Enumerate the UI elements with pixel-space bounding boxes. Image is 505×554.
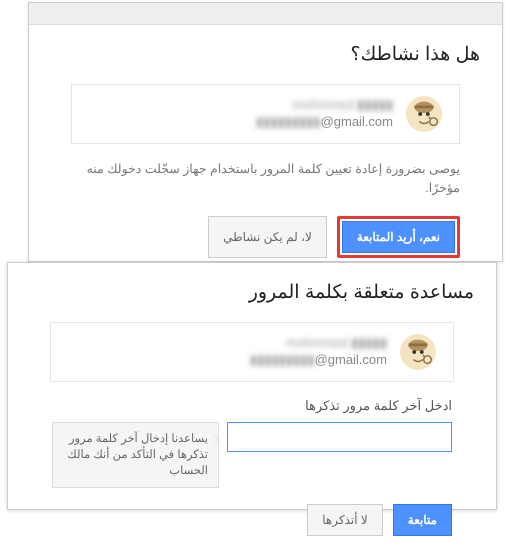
panel2-title: مساعدة متعلقة بكلمة المرور	[30, 281, 474, 304]
account-email-row: ▮▮▮▮▮▮▮▮▮@gmail.com	[250, 352, 387, 369]
password-input-label: ادخل آخر كلمة مرور تذكرها	[52, 398, 452, 414]
not-my-activity-button[interactable]: لا، لم يكن نشاطي	[208, 216, 327, 258]
account-email-row: ▮▮▮▮▮▮▮▮▮@gmail.com	[256, 114, 393, 131]
email-user-blurred: ▮▮▮▮▮▮▮▮▮	[250, 352, 314, 367]
account-info-box-2: mohmmed ▮▮▮▮▮ ▮▮▮▮▮▮▮▮▮@gmail.com	[50, 322, 454, 382]
email-domain: @gmail.com	[315, 352, 387, 367]
account-text-2: mohmmed ▮▮▮▮▮ ▮▮▮▮▮▮▮▮▮@gmail.com	[250, 335, 387, 369]
panel-header-bar	[29, 3, 502, 25]
account-name-blurred: mohmmed ▮▮▮▮▮	[256, 97, 393, 114]
panel2-button-row: متابعة لا أتذكرها	[30, 504, 452, 536]
dont-remember-button[interactable]: لا أتذكرها	[307, 504, 382, 536]
yes-continue-button[interactable]: نعم، أريد المتابعة	[342, 221, 455, 253]
continue-button[interactable]: متابعة	[393, 504, 452, 536]
input-tooltip: يساعدنا إدخال آخر كلمة مرور تذكرها في ال…	[52, 422, 219, 488]
activity-verify-panel: هل هذا نشاطك؟ mohmmed ▮▮▮▮▮ ▮▮▮▮▮▮▮▮▮@gm…	[28, 2, 503, 262]
account-text: mohmmed ▮▮▮▮▮ ▮▮▮▮▮▮▮▮▮@gmail.com	[256, 97, 393, 131]
avatar-icon	[399, 333, 437, 371]
panel1-title: هل هذا نشاطك؟	[51, 43, 480, 66]
last-password-input[interactable]	[227, 422, 452, 452]
panel1-button-row: نعم، أريد المتابعة لا، لم يكن نشاطي	[51, 216, 460, 258]
password-help-panel: مساعدة متعلقة بكلمة المرور mohmmed ▮▮▮▮▮…	[7, 262, 497, 510]
avatar-icon	[405, 95, 443, 133]
account-name-blurred: mohmmed ▮▮▮▮▮	[250, 335, 387, 352]
email-user-blurred: ▮▮▮▮▮▮▮▮▮	[256, 114, 320, 129]
input-row: يساعدنا إدخال آخر كلمة مرور تذكرها في ال…	[52, 422, 452, 488]
email-domain: @gmail.com	[321, 114, 393, 129]
highlight-box: نعم، أريد المتابعة	[337, 216, 460, 258]
panel1-description: يوصى بضرورة إعادة تعيين كلمة المرور باست…	[71, 160, 460, 198]
account-info-box: mohmmed ▮▮▮▮▮ ▮▮▮▮▮▮▮▮▮@gmail.com	[71, 84, 460, 144]
